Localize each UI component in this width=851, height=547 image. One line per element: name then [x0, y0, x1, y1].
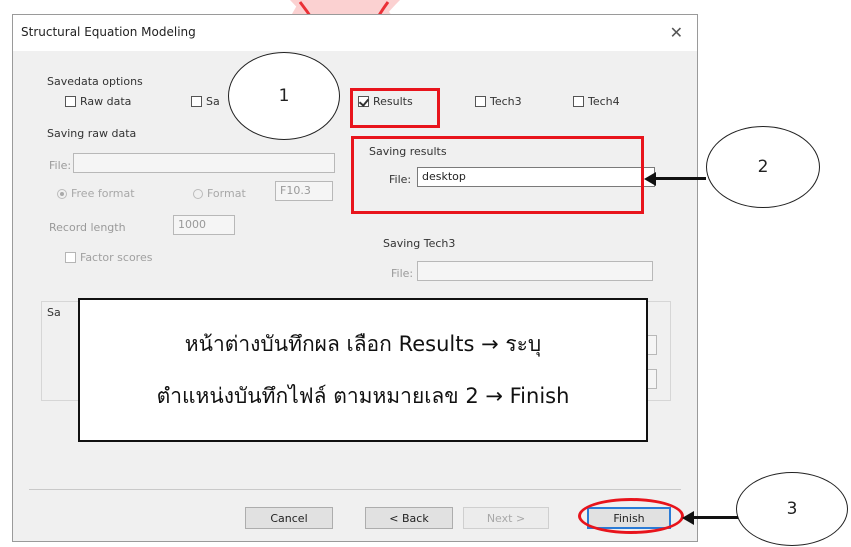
- callout-line-1: หน้าต่างบันทึกผล เลือก Results → ระบุ: [184, 332, 542, 356]
- dialog-titlebar: Structural Equation Modeling ✕: [13, 15, 697, 51]
- radio-label: Format: [207, 187, 246, 200]
- arrow-left-icon: [682, 511, 694, 525]
- step-2-number: 2: [757, 157, 769, 177]
- footer-separator: [29, 489, 681, 490]
- instruction-callout: หน้าต่างบันทึกผล เลือก Results → ระบุ ตำ…: [78, 298, 648, 442]
- checkbox-tech3[interactable]: Tech3: [475, 95, 522, 108]
- checkbox-raw-data[interactable]: Raw data: [65, 95, 131, 108]
- step-2-marker: 2: [706, 126, 820, 208]
- raw-file-input[interactable]: [73, 153, 335, 173]
- step-3-number: 3: [786, 499, 798, 519]
- checkbox-label: Tech3: [490, 95, 522, 108]
- step-3-marker: 3: [736, 472, 848, 546]
- callout-line-2: ตำแหน่งบันทึกไฟล์ ตามหมายเลข 2 → Finish: [156, 384, 570, 408]
- record-length-input[interactable]: 1000: [173, 215, 235, 235]
- checkbox-box: [65, 252, 76, 263]
- arrow-2-line: [654, 177, 706, 180]
- step-1-marker: 1: [228, 52, 340, 140]
- saving-results-highlight-box: [351, 136, 644, 214]
- results-highlight-box: [350, 88, 440, 128]
- radio-format[interactable]: Format: [193, 187, 246, 200]
- checkbox-box: [65, 96, 76, 107]
- radio-dot: [193, 188, 203, 199]
- checkbox-box: [573, 96, 584, 107]
- checkbox-factor-scores[interactable]: Factor scores: [65, 251, 152, 264]
- checkbox-label: Tech4: [588, 95, 620, 108]
- tech3-file-input[interactable]: [417, 261, 653, 281]
- lower-heading: Sa: [47, 306, 61, 319]
- cancel-button[interactable]: Cancel: [245, 507, 333, 529]
- step-1-number: 1: [278, 86, 290, 106]
- radio-dot: [57, 188, 67, 199]
- savedata-heading: Savedata options: [47, 75, 143, 88]
- raw-file-label: File:: [49, 159, 72, 172]
- arrow-left-icon: [644, 172, 656, 186]
- checkbox-box: [191, 96, 202, 107]
- checkbox-label: Sa: [206, 95, 220, 108]
- format-value: F10.3: [280, 184, 311, 197]
- finish-highlight-ellipse: [578, 498, 684, 534]
- checkbox-label: Factor scores: [80, 251, 153, 264]
- checkbox-sa[interactable]: Sa: [191, 95, 220, 108]
- tech3-heading: Saving Tech3: [383, 237, 456, 250]
- raw-data-heading: Saving raw data: [47, 127, 137, 140]
- format-input[interactable]: F10.3: [275, 181, 333, 201]
- next-button[interactable]: Next >: [463, 507, 549, 529]
- arrow-3-line: [692, 516, 738, 519]
- record-length-label: Record length: [49, 221, 126, 234]
- close-icon[interactable]: ✕: [670, 23, 683, 42]
- checkbox-label: Raw data: [80, 95, 132, 108]
- radio-label: Free format: [71, 187, 135, 200]
- radio-free-format[interactable]: Free format: [57, 187, 135, 200]
- record-length-value: 1000: [178, 218, 206, 231]
- checkbox-box: [475, 96, 486, 107]
- checkbox-tech4[interactable]: Tech4: [573, 95, 620, 108]
- back-button[interactable]: < Back: [365, 507, 453, 529]
- dialog-title: Structural Equation Modeling: [21, 25, 196, 39]
- tech3-file-label: File:: [391, 267, 414, 280]
